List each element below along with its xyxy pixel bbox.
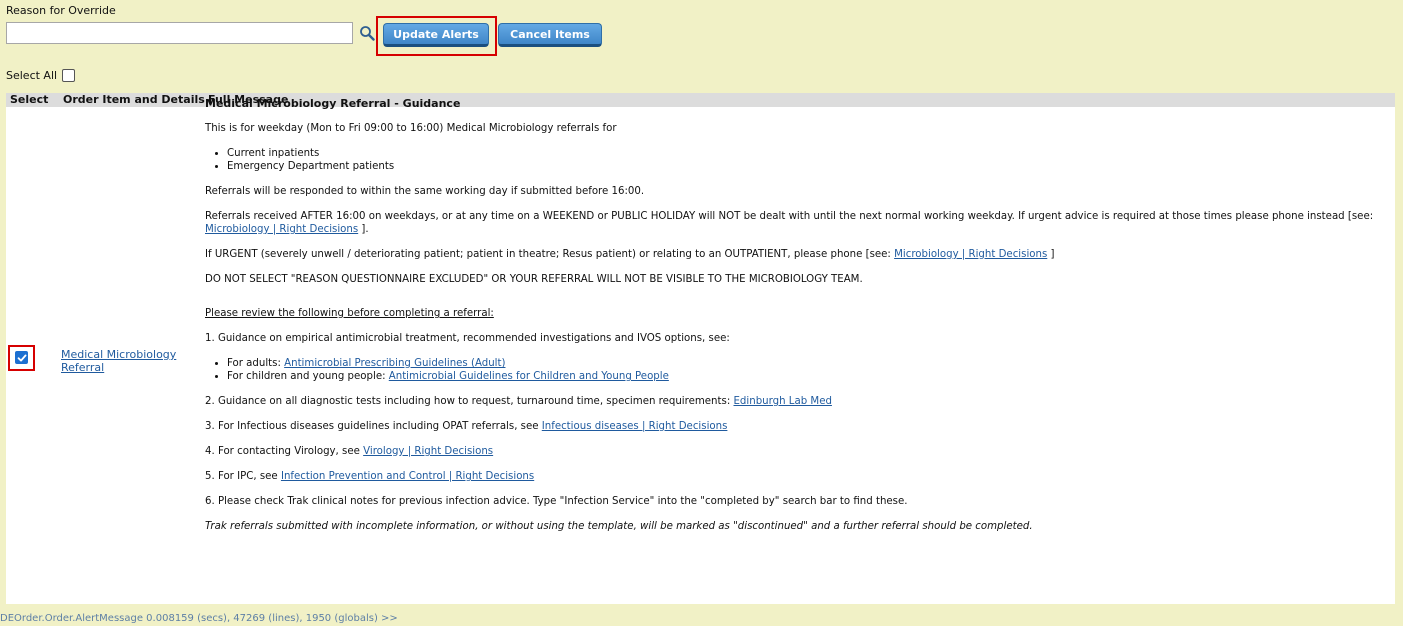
intro-list: Current inpatients Emergency Department … (205, 147, 1391, 173)
guidance-item-5: 5. For IPC, see Infection Prevention and… (205, 471, 535, 482)
children-guidelines-link[interactable]: Antimicrobial Guidelines for Children an… (389, 371, 669, 382)
search-icon[interactable] (359, 25, 375, 41)
reason-label: Reason for Override (6, 4, 116, 17)
message-responded: Referrals will be responded to within th… (205, 186, 645, 197)
select-all-checkbox[interactable] (62, 69, 76, 82)
infectious-diseases-link[interactable]: Infectious diseases | Right Decisions (542, 421, 728, 432)
message-do-not-select: DO NOT SELECT "REASON QUESTIONNAIRE EXCL… (205, 274, 863, 285)
list-item: Current inpatients (227, 147, 1391, 160)
message-urgent: If URGENT (severely unwell / deteriorati… (205, 249, 1055, 260)
select-all[interactable]: Select All (6, 69, 76, 82)
ipc-link[interactable]: Infection Prevention and Control | Right… (281, 471, 534, 482)
cancel-items-button[interactable]: Cancel Items (498, 23, 602, 47)
alerts-table: Select Order Item and Details Full Messa… (6, 93, 1395, 604)
adult-guidelines-link[interactable]: Antimicrobial Prescribing Guidelines (Ad… (284, 358, 505, 369)
full-message: Medical Microbiology Referral - Guidance… (205, 97, 1391, 533)
update-alerts-button[interactable]: Update Alerts (383, 23, 489, 47)
list-item: For children and young people: Antimicro… (227, 370, 1391, 383)
header-order-item: Order Item and Details (63, 93, 205, 106)
list-item: For adults: Antimicrobial Prescribing Gu… (227, 357, 1391, 370)
order-item-link[interactable]: Medical Microbiology Referral (61, 348, 191, 374)
guidance-item-1-list: For adults: Antimicrobial Prescribing Gu… (205, 357, 1391, 383)
guidance-item-1: 1. Guidance on empirical antimicrobial t… (205, 333, 730, 344)
checkmark-icon (17, 354, 26, 361)
message-title: Medical Microbiology Referral - Guidance (205, 97, 461, 110)
message-footer-note: Trak referrals submitted with incomplete… (205, 521, 1033, 532)
header-select: Select (10, 93, 49, 106)
review-heading: Please review the following before compl… (205, 308, 494, 319)
message-intro: This is for weekday (Mon to Fri 09:00 to… (205, 123, 617, 134)
list-item: Emergency Department patients (227, 160, 1391, 173)
microbiology-link[interactable]: Microbiology | Right Decisions (894, 249, 1047, 260)
guidance-item-4: 4. For contacting Virology, see Virology… (205, 446, 494, 457)
virology-link[interactable]: Virology | Right Decisions (363, 446, 493, 457)
page-footer: DEOrder.Order.AlertMessage 0.008159 (sec… (0, 613, 398, 624)
message-after-hours: Referrals received AFTER 16:00 on weekda… (205, 211, 1374, 235)
guidance-item-2: 2. Guidance on all diagnostic tests incl… (205, 396, 832, 407)
select-all-label: Select All (6, 69, 58, 82)
lab-med-link[interactable]: Edinburgh Lab Med (734, 396, 832, 407)
microbiology-link[interactable]: Microbiology | Right Decisions (205, 224, 358, 235)
reason-input[interactable] (6, 22, 353, 44)
guidance-item-3: 3. For Infectious diseases guidelines in… (205, 421, 728, 432)
guidance-item-6: 6. Please check Trak clinical notes for … (205, 496, 908, 507)
row-select-checkbox[interactable] (15, 351, 28, 364)
